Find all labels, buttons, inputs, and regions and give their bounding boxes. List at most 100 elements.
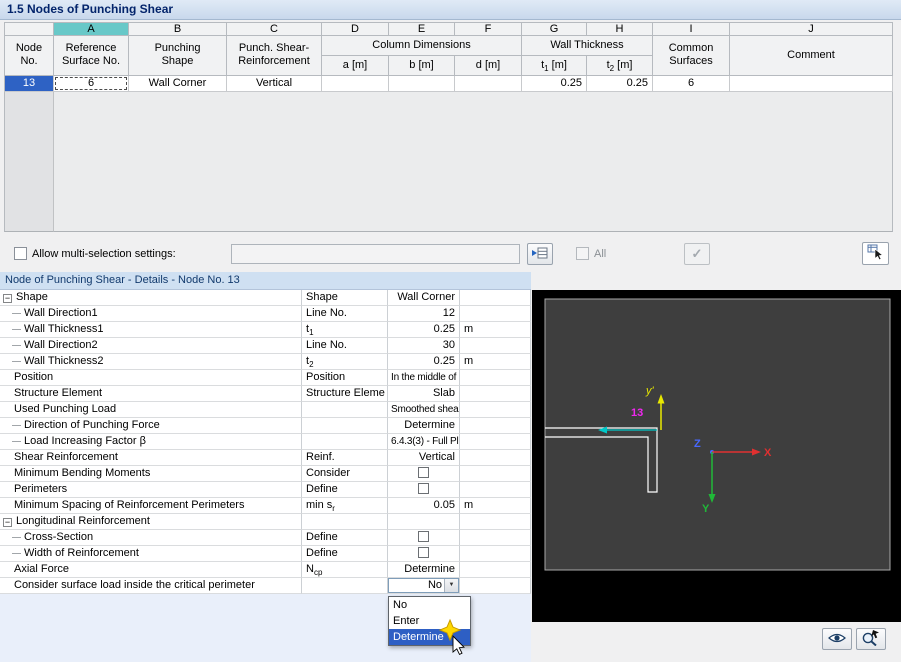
detail-value[interactable]: Slab — [388, 386, 460, 402]
zoom-selection-button[interactable] — [856, 628, 886, 650]
multiselect-checkbox[interactable] — [14, 247, 27, 260]
row-perimeters[interactable]: Perimeters Define — [0, 482, 531, 498]
collapse-icon[interactable]: − — [3, 294, 12, 303]
column-letter-h[interactable]: H — [587, 22, 653, 36]
row-load-increasing-factor[interactable]: Load Increasing Factor β 6.4.3(3) - Full… — [0, 434, 531, 450]
cell-dim-a[interactable] — [322, 76, 389, 92]
col-header-shear-reinforcement: Punch. Shear- Reinforcement — [227, 36, 322, 76]
cell-comment[interactable] — [730, 76, 893, 92]
detail-value[interactable]: Determine — [388, 562, 460, 578]
detail-unit: m — [460, 354, 531, 370]
col-group-wall-thickness: Wall Thickness — [522, 36, 653, 56]
row-structure-element[interactable]: Structure Element Structure Eleme Slab — [0, 386, 531, 402]
detail-value[interactable]: Vertical — [388, 450, 460, 466]
row-wall-thickness1[interactable]: Wall Thickness1 t1 0.25 m — [0, 322, 531, 338]
detail-label: Minimum Spacing of Reinforcement Perimet… — [14, 499, 245, 511]
cell-dim-d[interactable] — [455, 76, 522, 92]
row-axial-force[interactable]: Axial Force Ncp Determine — [0, 562, 531, 578]
detail-value[interactable]: 12 — [388, 306, 460, 322]
detail-label: Longitudinal Reinforcement — [16, 515, 150, 527]
cell-dim-b[interactable] — [389, 76, 455, 92]
col-header-node: Node No. — [4, 36, 54, 76]
surface-load-combobox[interactable]: No ▼ — [388, 578, 459, 593]
apply-to-selection-button[interactable] — [527, 243, 553, 265]
row-shape[interactable]: − Shape Shape Wall Corner — [0, 290, 531, 306]
column-letter-d[interactable]: D — [322, 22, 389, 36]
detail-value[interactable]: 0.05 — [388, 498, 460, 514]
checkbox[interactable] — [418, 531, 429, 542]
row-wall-direction2[interactable]: Wall Direction2 Line No. 30 — [0, 338, 531, 354]
detail-label: Direction of Punching Force — [24, 419, 160, 431]
column-letter-j[interactable]: J — [730, 22, 893, 36]
detail-value[interactable]: 30 — [388, 338, 460, 354]
dropdown-option-enter[interactable]: Enter — [389, 613, 470, 629]
detail-value[interactable]: Smoothed shea — [388, 402, 460, 418]
row-position[interactable]: Position Position In the middle of — [0, 370, 531, 386]
checkbox[interactable] — [418, 547, 429, 558]
tree-branch-icon — [12, 358, 21, 362]
col-header-t2: t2 [m] — [587, 56, 653, 76]
row-direction-of-punching-force[interactable]: Direction of Punching Force Determine — [0, 418, 531, 434]
dropdown-option-determine[interactable]: Determine — [389, 629, 470, 645]
detail-value[interactable]: Determine — [388, 418, 460, 434]
row-cross-section[interactable]: Cross-Section Define — [0, 530, 531, 546]
column-letter-f[interactable]: F — [455, 22, 522, 36]
local-y-label: y' — [645, 385, 655, 397]
detail-label: Wall Direction1 — [24, 307, 98, 319]
column-letter-b[interactable]: B — [129, 22, 227, 36]
column-letter-c[interactable]: C — [227, 22, 322, 36]
cell-t2[interactable]: 0.25 — [587, 76, 653, 92]
column-letter-e[interactable]: E — [389, 22, 455, 36]
row-width-of-reinforcement[interactable]: Width of Reinforcement Define — [0, 546, 531, 562]
cell-common-surfaces[interactable]: 6 — [653, 76, 730, 92]
checkbox[interactable] — [418, 483, 429, 494]
row-longitudinal-reinforcement[interactable]: − Longitudinal Reinforcement — [0, 514, 531, 530]
cell-reinforcement[interactable]: Vertical — [227, 76, 322, 92]
detail-value[interactable]: 0.25 — [388, 322, 460, 338]
collapse-icon[interactable]: − — [3, 518, 12, 527]
row-surface-load[interactable]: Consider surface load inside the critica… — [0, 578, 531, 594]
cell-t1[interactable]: 0.25 — [522, 76, 587, 92]
dropdown-option-no[interactable]: No — [389, 597, 470, 613]
viewport-canvas[interactable]: y' 13 X Y Z — [532, 290, 901, 622]
detail-value[interactable]: Wall Corner — [388, 290, 460, 306]
column-letter-a[interactable]: A — [54, 22, 129, 36]
tree-branch-icon — [12, 550, 21, 554]
col-header-d: d [m] — [455, 56, 522, 76]
row-used-punching-load[interactable]: Used Punching Load Smoothed shea — [0, 402, 531, 418]
detail-unit: m — [460, 322, 531, 338]
row-shear-reinforcement[interactable]: Shear Reinforcement Reinf. Vertical — [0, 450, 531, 466]
detail-value[interactable]: 0.25 — [388, 354, 460, 370]
col-header-a: a [m] — [322, 56, 389, 76]
row-header-strip — [4, 92, 54, 232]
combo-dropdown-list: No Enter Determine — [388, 596, 471, 646]
row-wall-thickness2[interactable]: Wall Thickness2 t2 0.25 m — [0, 354, 531, 370]
detail-label: Consider surface load inside the critica… — [14, 579, 255, 591]
row-minimum-bending-moments[interactable]: Minimum Bending Moments Consider — [0, 466, 531, 482]
column-letter-i[interactable]: I — [653, 22, 730, 36]
show-picture-button[interactable] — [822, 628, 852, 650]
column-letter-g[interactable]: G — [522, 22, 587, 36]
detail-value[interactable]: In the middle of — [388, 370, 460, 386]
detail-label: Shape — [16, 291, 48, 303]
row-min-spacing-perimeters[interactable]: Minimum Spacing of Reinforcement Perimet… — [0, 498, 531, 514]
row-wall-direction1[interactable]: Wall Direction1 Line No. 12 — [0, 306, 531, 322]
cell-node-no[interactable]: 13 — [4, 76, 54, 92]
col-header-comment: Comment — [730, 36, 893, 76]
pick-node-button[interactable] — [862, 242, 889, 265]
detail-label: Perimeters — [14, 483, 68, 495]
confirm-button[interactable]: ✓ — [684, 243, 710, 265]
table-arrow-icon — [532, 246, 548, 263]
detail-label: Wall Thickness2 — [24, 355, 104, 367]
node-label: 13 — [631, 407, 643, 419]
chevron-down-icon[interactable]: ▼ — [444, 579, 458, 592]
multiselect-input[interactable] — [231, 244, 520, 264]
checkbox[interactable] — [418, 467, 429, 478]
slab-region — [544, 298, 891, 571]
detail-label: Width of Reinforcement — [24, 547, 139, 559]
cell-punching-shape[interactable]: Wall Corner — [129, 76, 227, 92]
cell-reference-surface[interactable]: 6 — [54, 76, 129, 92]
detail-label: Wall Direction2 — [24, 339, 98, 351]
detail-value[interactable]: 6.4.3(3) - Full Pl — [388, 434, 460, 450]
all-checkbox[interactable] — [576, 247, 589, 260]
